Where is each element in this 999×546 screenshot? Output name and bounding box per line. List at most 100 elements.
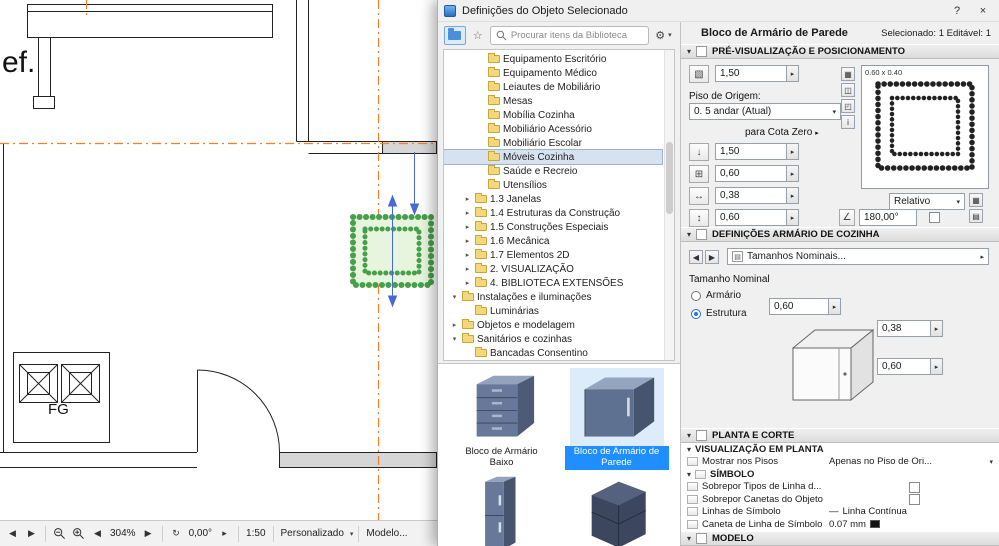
next-page-button[interactable]: ▶: [705, 250, 719, 264]
tree-item[interactable]: Leiautes de Mobiliário: [444, 80, 662, 94]
nav-back-button[interactable]: ◀: [4, 525, 21, 543]
setting-value-dropdown[interactable]: 0.07 mm: [829, 519, 981, 530]
plan-setting-row[interactable]: Linhas de Símbolo — Linha Contínua: [681, 505, 999, 518]
scale-button[interactable]: 1:50: [244, 528, 267, 539]
tree-item[interactable]: Mobília Cozinha: [444, 108, 662, 122]
width-button[interactable]: ↔: [689, 187, 709, 205]
rotation-menu-button[interactable]: ▸: [216, 525, 233, 543]
object-2d-preview[interactable]: 0.60 x 0.40: [861, 65, 989, 189]
library-tree[interactable]: Equipamento Escritório Equipamento Médico…: [443, 49, 675, 361]
preview-option-a-button[interactable]: ▦: [969, 193, 983, 207]
dim-b-field[interactable]: 0,38: [715, 187, 787, 204]
settings-gear-button[interactable]: ⚙ ▾: [653, 26, 674, 45]
tree-item[interactable]: ▸ 2. VISUALIZAÇÃO: [444, 262, 662, 276]
chevron-right-icon[interactable]: ▸: [450, 321, 459, 329]
prev-page-button[interactable]: ◀: [689, 250, 703, 264]
tree-item[interactable]: Mobiliário Acessório: [444, 122, 662, 136]
setting-value-dropdown[interactable]: — Linha Contínua: [829, 506, 981, 517]
subsection-visualizacao[interactable]: ▾ VISUALIZAÇÃO EM PLANTA: [681, 443, 999, 456]
tree-item[interactable]: Móveis Cozinha: [444, 149, 663, 165]
favorites-button[interactable]: ☆: [470, 26, 486, 45]
thumbnail-item[interactable]: [559, 474, 674, 546]
cabinet-width-field[interactable]: 0,60: [769, 298, 829, 315]
subsection-simbolo[interactable]: ▾ SÍMBOLO: [681, 468, 999, 481]
zoom-in-button[interactable]: [70, 525, 87, 543]
radio-armario[interactable]: Armário: [691, 290, 741, 301]
nominal-sizes-dropdown[interactable]: ▤ Tamanhos Nominais... ▸: [727, 248, 989, 265]
model-tab[interactable]: Modelo...: [364, 528, 409, 539]
cota-zero-field[interactable]: 1,50: [715, 143, 787, 160]
nav-forward-button[interactable]: ▶: [23, 525, 40, 543]
chevron-right-icon[interactable]: ▸: [463, 237, 472, 245]
tree-item[interactable]: Mobiliário Escolar: [444, 136, 662, 150]
rotate-view-icon[interactable]: ↻: [168, 525, 185, 543]
thumbnail-item[interactable]: Bloco de Armário de Parede: [559, 368, 674, 470]
tree-item[interactable]: Utensílios: [444, 178, 662, 192]
tree-item[interactable]: ▸ 4. BIBLIOTECA EXTENSÕES: [444, 276, 662, 290]
tree-item[interactable]: ▸ 1.4 Estruturas da Construção: [444, 206, 662, 220]
cabinet-depth-menu[interactable]: ▸: [931, 320, 943, 337]
section-kitchen-cabinet[interactable]: ▾ DEFINIÇÕES ARMÁRIO DE COZINHA: [681, 227, 999, 242]
cabinet-height-field[interactable]: 0,60: [877, 358, 931, 375]
tree-item[interactable]: Equipamento Médico: [444, 66, 662, 80]
chevron-down-icon[interactable]: ▾: [450, 293, 459, 301]
chevron-right-icon[interactable]: ▸: [463, 195, 472, 203]
tree-scrollbar-thumb[interactable]: [666, 142, 673, 214]
tree-item[interactable]: ▸ 1.7 Elementos 2D: [444, 248, 662, 262]
setting-checkbox[interactable]: [909, 481, 920, 493]
tree-item[interactable]: ▾ Instalações e iluminações: [444, 290, 662, 304]
zoom-level-value[interactable]: 304%: [108, 528, 138, 539]
cabinet-width-menu[interactable]: ▸: [829, 298, 841, 315]
elevation-field[interactable]: 1,50: [715, 65, 787, 82]
plan-setting-row[interactable]: Mostrar nos Pisos Apenas no Piso de Ori..…: [681, 455, 999, 468]
dim-a-menu-button[interactable]: ▸: [787, 165, 799, 182]
plan-setting-row[interactable]: Sobrepor Tipos de Linha d...: [681, 480, 999, 493]
info-icon[interactable]: i: [841, 115, 855, 129]
plan-view-icon[interactable]: ▦: [841, 67, 855, 81]
grid-position-button[interactable]: ⊞: [689, 165, 709, 183]
cabinet-height-menu[interactable]: ▸: [931, 358, 943, 375]
cad-viewport[interactable]: ef. FG ◀ ▶ ◀ 304% ▶ ↻ 0,00° ▸ 1:50 Perso…: [0, 0, 437, 546]
dim-c-menu-button[interactable]: ▸: [787, 209, 799, 226]
dim-c-field[interactable]: 0,60: [715, 209, 787, 226]
dialog-titlebar[interactable]: Definições do Objeto Selecionado ? ×: [438, 0, 999, 22]
setting-value-dropdown[interactable]: Apenas no Piso de Ori...: [829, 456, 981, 467]
zoom-step-up-button[interactable]: ▶: [140, 525, 157, 543]
cota-zero-menu-button[interactable]: ▸: [787, 143, 799, 160]
rotation-value[interactable]: 0,00°: [187, 528, 214, 539]
piso-origem-dropdown[interactable]: 0. 5 andar (Atual) ▾: [689, 103, 841, 120]
plan-setting-row[interactable]: Caneta de Linha de Símbolo 0.07 mm: [681, 518, 999, 531]
anchor-point-button[interactable]: ▧: [689, 65, 709, 83]
dim-a-field[interactable]: 0,60: [715, 165, 787, 182]
chevron-right-icon[interactable]: ▸: [463, 265, 472, 273]
section-preview-positioning[interactable]: ▾ PRÉ-VISUALIZAÇÃO E POSICIONAMENTO: [681, 44, 999, 59]
chevron-right-icon[interactable]: ▸: [463, 251, 472, 259]
radio-estrutura[interactable]: Estrutura: [691, 308, 747, 319]
search-input[interactable]: [510, 29, 643, 41]
chevron-right-icon[interactable]: ▸: [463, 223, 472, 231]
floor-plan-canvas[interactable]: ef. FG: [0, 0, 437, 520]
setting-checkbox[interactable]: [909, 494, 920, 505]
chevron-down-icon[interactable]: ▾: [450, 335, 459, 343]
section-modelo[interactable]: ▾ MODELO: [681, 531, 999, 546]
library-folder-view-button[interactable]: [444, 25, 466, 45]
tree-item[interactable]: Bancadas Consentino: [444, 346, 662, 360]
dim-b-menu-button[interactable]: ▸: [787, 187, 799, 204]
help-button[interactable]: ?: [947, 3, 967, 19]
library-search[interactable]: [489, 25, 649, 45]
tree-scrollbar[interactable]: [664, 50, 674, 360]
tree-item[interactable]: ▸ Objetos e modelagem: [444, 318, 662, 332]
close-button[interactable]: ×: [973, 3, 993, 19]
tree-item[interactable]: ▸ 1.3 Janelas: [444, 192, 662, 206]
chevron-right-icon[interactable]: ▸: [463, 209, 472, 217]
tree-item[interactable]: ▸ 1.5 Construções Especiais: [444, 220, 662, 234]
elevation-view-icon[interactable]: ◫: [841, 83, 855, 97]
chevron-right-icon[interactable]: ▸: [463, 279, 472, 287]
tree-item[interactable]: Luminárias: [444, 304, 662, 318]
axon-view-icon[interactable]: ◰: [841, 99, 855, 113]
tree-item[interactable]: ▾ Sanitários e cozinhas: [444, 332, 662, 346]
view-preset-dropdown[interactable]: Personalizado: [279, 528, 346, 539]
elevation-menu-button[interactable]: ▸: [787, 65, 799, 82]
para-cota-zero-button[interactable]: para Cota Zero ▸: [745, 127, 819, 138]
cota-reference-button[interactable]: ↓: [689, 143, 709, 161]
